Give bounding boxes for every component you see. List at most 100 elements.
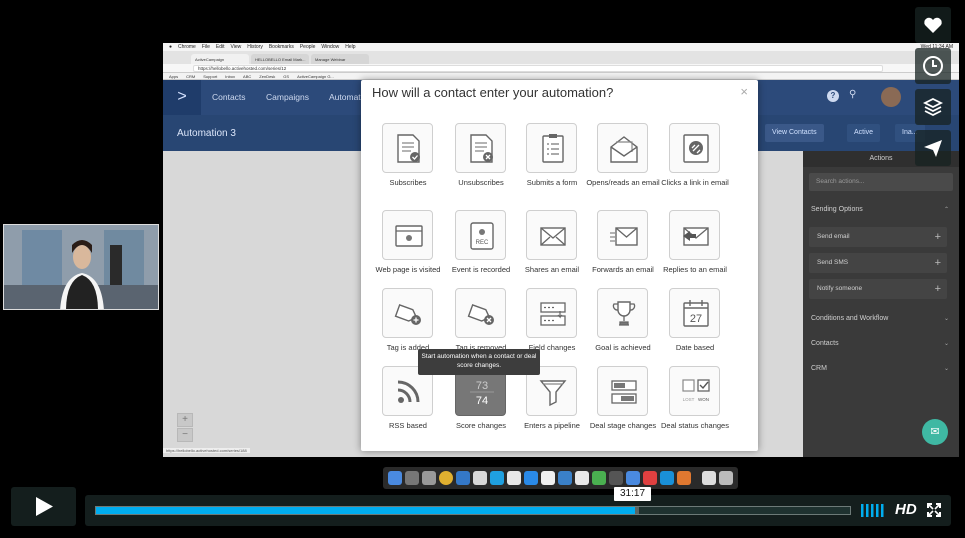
nav-contacts: Contacts (212, 92, 246, 102)
menubar-item: View (230, 44, 242, 50)
notes-icon (541, 471, 555, 485)
bookmark: CRM (186, 73, 196, 79)
app-icon (677, 471, 691, 485)
browser-window-icon (382, 210, 433, 260)
won-text: WON (698, 397, 709, 402)
fullscreen-icon[interactable] (927, 503, 941, 517)
slack-icon (473, 471, 487, 485)
app-icon (643, 471, 657, 485)
video-player: ● Chrome File Edit View History Bookmark… (0, 0, 965, 538)
onepassword-icon (456, 471, 470, 485)
option-submits-form[interactable]: Submits a form (514, 123, 590, 201)
plus-icon: + (934, 257, 941, 269)
option-event-recorded[interactable]: REC Event is recorded (443, 210, 519, 288)
score-bottom-text: 74 (476, 395, 488, 407)
unsubscribes-icon (455, 123, 506, 173)
launchpad-icon (405, 471, 419, 485)
option-subscribes[interactable]: Subscribes (370, 123, 446, 201)
appstore-icon (524, 471, 538, 485)
bookmark: Support (203, 73, 218, 79)
share-envelope-icon (526, 210, 577, 260)
nav-automations: Automat (329, 92, 361, 102)
modal-title: How will a contact enter your automation… (372, 85, 614, 100)
bookmark: ABC (243, 73, 252, 79)
option-label: Web page is visited (375, 265, 441, 274)
apple-icon: ● (169, 44, 173, 50)
share-button[interactable] (915, 130, 951, 166)
webcam-overlay (3, 224, 159, 310)
action-label: Send SMS (817, 259, 849, 266)
time-tooltip: 31:17 (614, 487, 651, 501)
rec-text: REC (476, 240, 489, 246)
option-label: Enters a pipeline (524, 421, 580, 430)
option-score-changes[interactable]: 73 74 Score changes (443, 366, 519, 444)
option-label: Deal status changes (661, 421, 729, 430)
record-icon: REC (455, 210, 506, 260)
avatar (881, 87, 901, 107)
heart-icon (924, 17, 942, 33)
menubar-item: Chrome (178, 44, 196, 50)
option-enters-pipeline[interactable]: Enters a pipeline (514, 366, 590, 444)
menubar-item: Edit (215, 44, 225, 50)
option-date-based[interactable]: 27 Date based (657, 288, 733, 366)
section-sending-options: Sending Options ⌃ (811, 206, 951, 213)
action-send-sms: Send SMS + (809, 253, 947, 273)
date-text: 27 (690, 313, 702, 325)
collections-button[interactable] (915, 89, 951, 125)
preview-icon (558, 471, 572, 485)
paper-plane-icon (924, 140, 942, 157)
view-contacts-button: View Contacts (765, 124, 824, 142)
keynote-icon (626, 471, 640, 485)
option-label: Forwards an email (592, 265, 654, 274)
menubar-item: Bookmarks (268, 44, 294, 50)
option-label: Event is recorded (451, 265, 511, 274)
active-toggle: Active (847, 124, 881, 142)
skype-alt-icon (660, 471, 674, 485)
option-label: Subscribes (389, 178, 427, 187)
section-crm: CRM ⌄ (811, 365, 951, 372)
clock-icon (923, 56, 943, 76)
volume-icon[interactable] (861, 504, 885, 517)
hd-button[interactable]: HD (895, 501, 917, 518)
option-opens-email[interactable]: Opens/reads an email (585, 123, 661, 201)
bookmarks-bar: Apps CRM Support Inbox ABC ZenDesk GS Ac… (163, 73, 959, 80)
option-label: Submits a form (526, 178, 578, 187)
browser-tabs: ActiveCampaign HELLOBELLO Email Mark... … (163, 51, 959, 64)
option-forwards-email[interactable]: Forwards an email (585, 210, 661, 288)
actions-search: Search actions... (809, 173, 953, 191)
layers-icon (922, 97, 944, 117)
action-notify-someone: Notify someone + (809, 279, 947, 299)
option-label: Opens/reads an email (586, 178, 660, 187)
link-icon (669, 123, 720, 173)
option-deal-stage-changes[interactable]: Deal stage changes (585, 366, 661, 444)
section-label: Conditions and Workflow (811, 315, 889, 322)
option-label: Clicks a link in email (661, 178, 729, 187)
mic-icon (609, 471, 623, 485)
document-icon (702, 471, 716, 485)
option-shares-email[interactable]: Shares an email (514, 210, 590, 288)
mac-menubar: ● Chrome File Edit View History Bookmark… (163, 43, 959, 51)
mac-dock (383, 467, 738, 489)
chevron-down-icon: ⌄ (943, 341, 949, 347)
play-button[interactable] (11, 487, 76, 526)
option-unsubscribes[interactable]: Unsubscribes (443, 123, 519, 201)
plus-icon: + (934, 283, 941, 295)
bookmark: ActiveCampaign G... (297, 73, 334, 79)
messages-icon (507, 471, 521, 485)
option-deal-status-changes[interactable]: LOST WON Deal status changes (657, 366, 733, 444)
option-goal-achieved[interactable]: Goal is achieved (585, 288, 661, 366)
status-url: https://hellobello.activehosted.com/seri… (163, 448, 250, 453)
option-web-page-visited[interactable]: Web page is visited (370, 210, 446, 288)
option-clicks-link[interactable]: Clicks a link in email (657, 123, 733, 201)
action-label: Send email (817, 233, 850, 240)
like-button[interactable] (915, 7, 951, 43)
option-replies-email[interactable]: Replies to an email (657, 210, 733, 288)
browser-tab: HELLOBELLO Email Mark... (251, 54, 309, 64)
option-rss-based[interactable]: RSS based (370, 366, 446, 444)
close-icon[interactable]: × (740, 84, 748, 99)
watch-later-button[interactable] (915, 48, 951, 84)
progress-bar[interactable] (95, 506, 851, 515)
lost-text: LOST (683, 397, 695, 402)
menubar-item: People (299, 44, 316, 50)
browser-tab: ActiveCampaign (191, 54, 249, 64)
